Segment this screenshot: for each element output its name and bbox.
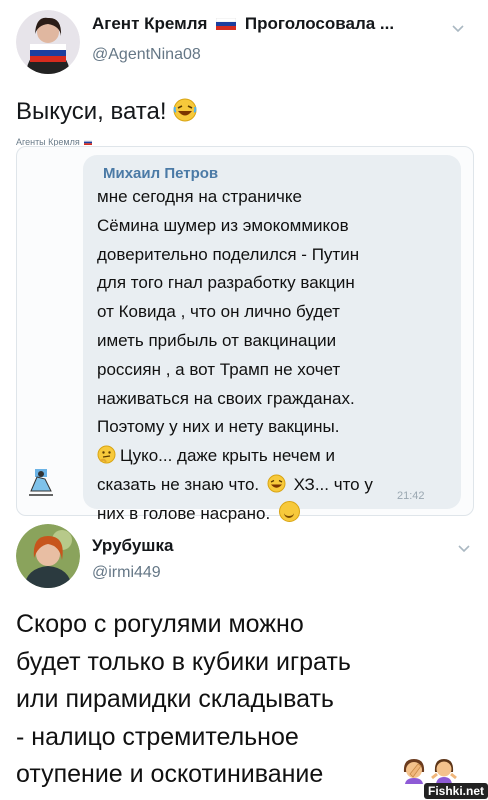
author-display-name[interactable]: Урубушка — [92, 536, 173, 556]
author-display-name: Агент Кремля — [92, 14, 208, 33]
chevron-down-icon[interactable] — [458, 540, 470, 556]
tweet-line: - налицо стремительное — [16, 722, 299, 751]
chat-line: наживаться на своих гражданах. — [97, 388, 355, 408]
chat-line: них в голове насрано. — [97, 500, 457, 529]
chat-line: от Ковида , что он лично будет — [97, 302, 340, 322]
embedded-image[interactable]: Михаил Петров мне сегодня на страничке С… — [16, 146, 474, 523]
tweet-text: Выкуси, вата! — [16, 98, 197, 126]
author-handle[interactable]: @irmi449 — [92, 564, 161, 582]
author-name[interactable]: Агент Кремля Проголосовала ... — [92, 14, 394, 34]
message-timestamp: 21:42 — [397, 490, 425, 502]
chat-line-text: Цуко... даже крыть нечем и — [120, 446, 335, 466]
woman-facepalming-icon — [400, 756, 428, 784]
russian-flag-icon — [84, 137, 93, 145]
chat-bubble: Михаил Петров мне сегодня на страничке С… — [83, 155, 461, 523]
chat-line: россиян , а вот Трамп не хочет — [97, 359, 341, 379]
chevron-down-icon[interactable] — [452, 20, 464, 36]
chat-line: иметь прибыль от вакцинации — [97, 330, 337, 350]
tweet-line-text: отупение и оскотинивание — [16, 760, 324, 788]
sender-avatar — [25, 465, 57, 497]
chat-line: для того гнал разработку вакцин — [97, 273, 355, 293]
smiling-face-icon — [278, 500, 300, 522]
chat-line: Поэтому у них и нету вакцины. — [97, 417, 340, 437]
chat-sender-name: Михаил Петров — [103, 165, 219, 182]
chat-line: Цуко... даже крыть нечем и — [97, 442, 457, 471]
russian-flag-icon — [215, 15, 237, 30]
chat-message-body: мне сегодня на страничке Сёмина шумер из… — [97, 183, 457, 529]
watermark: Fishki.net — [424, 782, 488, 800]
author-vote-status: Проголосовала ... — [244, 14, 395, 33]
chat-line: Сёмина шумер из эмокоммиков — [97, 215, 349, 235]
chat-line: мне сегодня на страничке — [97, 187, 302, 206]
laughing-face-icon — [267, 474, 286, 493]
laughing-face-icon — [173, 98, 197, 122]
tweet-line: Скоро с рогулями можно — [16, 610, 304, 638]
chat-line-text: ХЗ... что у — [293, 474, 373, 494]
chat-line-text: них в голове насрано. — [97, 503, 271, 523]
tweet-text-content: Выкуси, вата! — [16, 98, 167, 125]
tweet-line: будет только в кубики играть — [16, 647, 351, 676]
chat-line-text: сказать не знаю что. — [97, 474, 260, 494]
avatar[interactable] — [16, 524, 80, 588]
watermark-text: Fishki.net — [424, 783, 488, 799]
avatar[interactable] — [16, 10, 80, 74]
thinking-face-icon — [97, 445, 116, 464]
author-handle[interactable]: @AgentNina08 — [92, 46, 201, 64]
woman-shrugging-icon — [430, 756, 458, 784]
tweet-line: или пирамидки складывать — [16, 685, 334, 713]
chat-line: доверительно поделился - Путин — [97, 244, 360, 264]
